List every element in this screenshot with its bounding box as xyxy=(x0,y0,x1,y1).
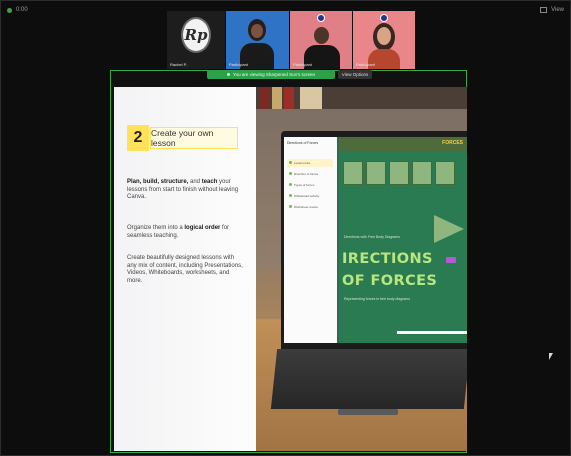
slide-headline: OF FORCES xyxy=(342,273,438,289)
view-label: View xyxy=(551,7,564,13)
participant-logo: Rp xyxy=(181,17,211,53)
meeting-window: 0:00 View Rp Rachel P. Participant Parti… xyxy=(0,0,571,456)
school-badge-icon xyxy=(380,14,388,22)
arrow-shape-icon xyxy=(434,215,464,243)
force-figure-icon xyxy=(412,161,432,185)
force-figure-icon xyxy=(366,161,386,185)
school-badge-icon xyxy=(317,14,325,22)
slide-header-strip: FORCES xyxy=(339,137,467,151)
force-icons xyxy=(343,161,455,185)
book xyxy=(300,87,322,109)
meeting-timer: 0:00 xyxy=(16,7,28,13)
participant-tile[interactable]: Participant xyxy=(226,11,289,69)
lesson-slide-art: FORCES Directions with Free Body Diagram… xyxy=(339,137,467,343)
participant-name: Rachel P. xyxy=(170,62,187,67)
lesson-item[interactable]: Types of forces xyxy=(287,181,333,189)
force-figure-icon xyxy=(389,161,409,185)
presentation-slide: 2 Create your own lesson Plan, build, st… xyxy=(114,87,467,451)
step-number: 2 xyxy=(127,125,149,151)
slide-headline: IRECTIONS xyxy=(342,251,433,267)
lesson-item[interactable]: Lesson intro xyxy=(287,159,333,167)
force-figure-icon xyxy=(343,161,363,185)
laptop-keyboard xyxy=(270,349,467,409)
lesson-title: Directions of Forces xyxy=(287,141,319,145)
book xyxy=(260,87,270,109)
view-options-button[interactable]: View Options xyxy=(338,70,372,79)
sharing-dot-icon xyxy=(227,73,230,76)
laptop-screen: Directions of Forces Lesson intro Direct… xyxy=(281,131,467,349)
participant-name: Participant xyxy=(229,62,248,67)
bookshelf xyxy=(256,87,467,109)
laptop-trackpad xyxy=(338,409,398,415)
view-switch[interactable]: View xyxy=(540,7,564,13)
participant-name: Participant xyxy=(356,62,375,67)
participant-name: Participant xyxy=(293,62,312,67)
laptop-photo: Directions of Forces Lesson intro Direct… xyxy=(256,87,467,451)
lesson-item[interactable]: Direction of forces xyxy=(287,170,333,178)
book xyxy=(284,87,294,109)
lesson-sidebar: Directions of Forces Lesson intro Direct… xyxy=(284,137,337,343)
meeting-info[interactable]: 0:00 xyxy=(7,7,28,13)
participant-face xyxy=(377,27,391,45)
slide-text-panel: 2 Create your own lesson Plan, build, st… xyxy=(114,87,256,451)
participant-face xyxy=(314,27,329,44)
slide-paragraph: Plan, build, structure, and teach your l… xyxy=(127,179,239,200)
slide-tag: FORCES xyxy=(442,140,463,146)
share-status-banner[interactable]: You are viewing Sharpened Sun's screen xyxy=(207,70,335,79)
slide-title: Create your own lesson xyxy=(150,127,238,149)
video-progress-bar[interactable] xyxy=(397,331,467,334)
slide-subtitle: Directions with Free Body Diagrams xyxy=(344,235,400,239)
mouse-cursor-icon xyxy=(549,353,553,360)
participant-tile[interactable]: Participant xyxy=(353,11,415,69)
lesson-item[interactable]: Whiteboard activity xyxy=(287,192,333,200)
canva-editor: Directions of Forces Lesson intro Direct… xyxy=(284,137,467,343)
participant-tile[interactable]: Participant xyxy=(290,11,352,69)
cursor-label-icon xyxy=(446,257,456,263)
grid-view-icon xyxy=(540,7,548,13)
progress-fill xyxy=(397,331,467,334)
participant-tile[interactable]: Rp Rachel P. xyxy=(167,11,225,69)
slide-caption: Representing forces in free body diagram… xyxy=(344,297,410,301)
participant-face xyxy=(251,24,263,38)
slide-paragraph: Create beautifully designed lessons with… xyxy=(127,255,243,284)
security-shield-icon xyxy=(7,7,12,13)
lesson-item[interactable]: Worksheet review xyxy=(287,203,333,211)
slide-paragraph: Organize them into a logical order for s… xyxy=(127,225,230,239)
force-figure-icon xyxy=(435,161,455,185)
book xyxy=(272,87,282,109)
share-banner-text: You are viewing Sharpened Sun's screen xyxy=(233,72,315,77)
